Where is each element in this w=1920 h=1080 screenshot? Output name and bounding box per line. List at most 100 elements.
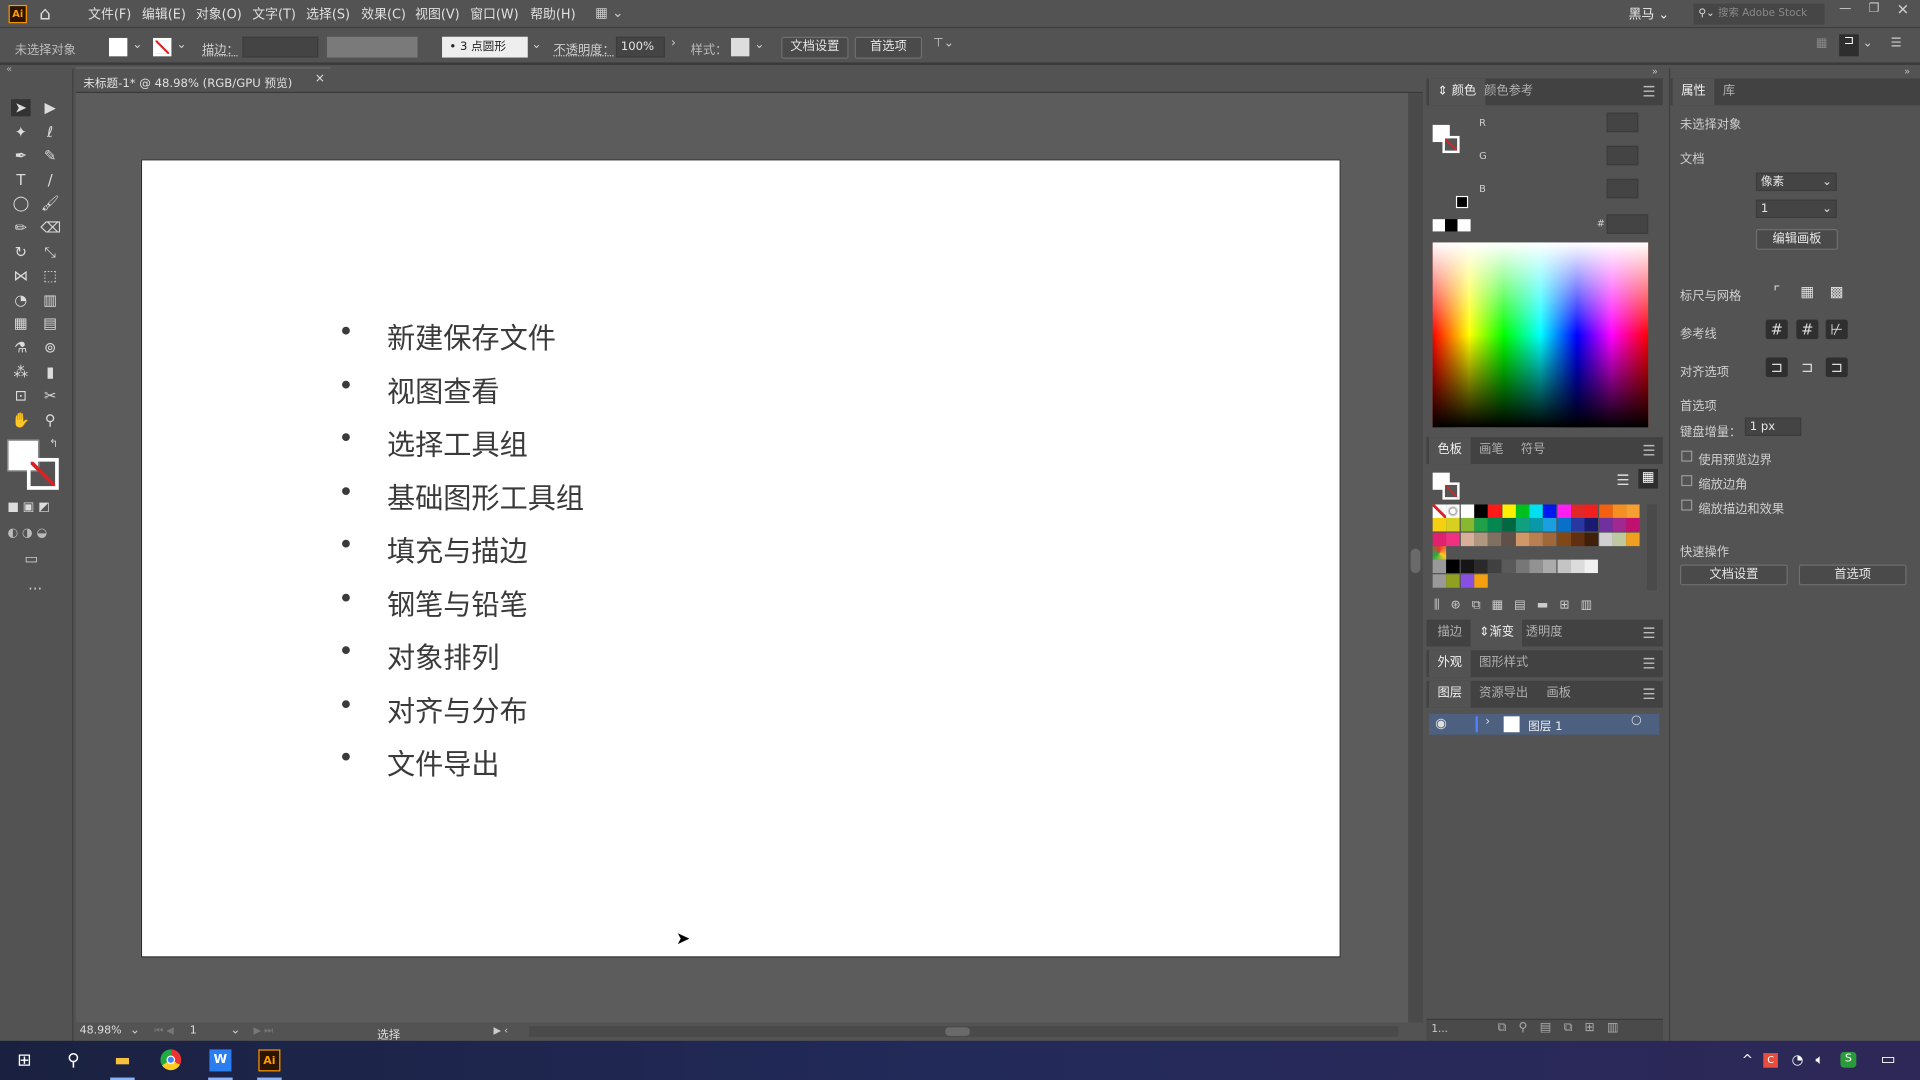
expand-layer-icon[interactable]: › [1485, 715, 1490, 728]
edit-artboards-button[interactable]: 编辑画板 [1755, 228, 1838, 250]
swatch-scrollbar[interactable] [1646, 504, 1657, 591]
r-field[interactable] [1606, 112, 1639, 133]
minimize-button[interactable]: — [1839, 2, 1851, 15]
chevron-down-icon[interactable]: ⌄ [130, 1024, 140, 1037]
layer-action-icons[interactable]: ⧉⚲▤⧉⊞▥ [1498, 1021, 1631, 1034]
list-item-text[interactable]: 选择工具组 [387, 421, 528, 463]
color-swatch[interactable] [1612, 518, 1626, 532]
snap-to-point-icon[interactable]: ⊐ [1765, 357, 1788, 378]
list-item-text[interactable]: 新建保存文件 [387, 315, 556, 357]
chevron-down-icon[interactable]: ⌄ [132, 38, 142, 51]
color-swatch[interactable] [1543, 518, 1557, 532]
color-swatch[interactable] [1529, 559, 1543, 574]
color-swatch[interactable] [1557, 559, 1571, 574]
color-swatch[interactable] [1626, 532, 1640, 546]
swap-icon[interactable]: ↰ [49, 438, 58, 450]
color-swatch[interactable] [1460, 559, 1474, 574]
preferences-button[interactable]: 首选项 [854, 36, 923, 59]
rulers-icon[interactable]: ⌜ [1766, 282, 1788, 302]
none-swatch[interactable] [1432, 504, 1447, 518]
restore-button[interactable]: ❐ [1869, 2, 1880, 15]
tab-layers[interactable]: 图层 [1428, 680, 1471, 708]
b-field[interactable] [1606, 178, 1639, 199]
slice-tool-icon[interactable]: ✂ [40, 387, 60, 404]
scale-tool-icon[interactable]: ⤡ [40, 243, 60, 260]
style-swatch[interactable] [731, 37, 750, 57]
stroke-mini[interactable] [1442, 482, 1460, 500]
screen-mode-icon[interactable]: ▭ [24, 550, 38, 567]
visibility-eye-icon[interactable]: ◉ [1435, 715, 1447, 731]
stroke-mini[interactable] [1442, 135, 1460, 154]
color-swatch[interactable] [1460, 504, 1474, 518]
menu-item[interactable]: 文件(F) [88, 5, 131, 23]
list-item-text[interactable]: 视图查看 [387, 368, 500, 410]
pencil-icon[interactable]: ✏ [11, 219, 31, 236]
search-icon[interactable]: ⚲ [62, 1049, 84, 1071]
illustrator-taskbar-icon[interactable]: Ai [258, 1049, 281, 1072]
color-swatch[interactable] [1571, 518, 1585, 532]
snap-to-grid-icon[interactable]: ⊐ [1796, 358, 1818, 378]
list-item-text[interactable]: 文件导出 [387, 741, 500, 783]
color-spectrum[interactable] [1432, 242, 1649, 428]
direct-selection-tool-icon[interactable]: ▶ [40, 99, 60, 116]
document-tab[interactable]: 未标题-1* @ 48.98% (RGB/GPU 预览) × [75, 67, 331, 92]
blend-tool-icon[interactable]: ⊚ [40, 339, 60, 356]
hand-tool-icon[interactable]: ✋ [11, 411, 31, 428]
color-swatch[interactable] [1487, 504, 1502, 518]
color-swatch[interactable] [1432, 518, 1447, 532]
ellipse-tool-icon[interactable]: ◯ [11, 195, 31, 212]
tray-s-icon[interactable]: S [1840, 1051, 1857, 1068]
color-swatch[interactable] [1598, 532, 1613, 546]
color-swatch[interactable] [1515, 559, 1530, 574]
tray-app-icon[interactable]: C [1763, 1053, 1778, 1068]
line-tool-icon[interactable]: / [40, 171, 60, 188]
artboard-number[interactable]: 1 [190, 1025, 197, 1037]
wifi-icon[interactable]: ◔ [1787, 1049, 1809, 1071]
color-swatch[interactable] [1474, 518, 1488, 532]
transparency-grid-icon[interactable]: ▩ [1826, 282, 1848, 302]
layer-name[interactable]: 图层 1 [1528, 716, 1562, 733]
color-swatch[interactable] [1543, 532, 1557, 546]
align-icon[interactable]: ⊤⌄ [933, 37, 954, 50]
color-swatch[interactable] [1515, 518, 1530, 532]
workspace-layout-icon[interactable]: ▦ ⌄ [595, 5, 623, 21]
close-tab-button[interactable]: × [315, 72, 325, 85]
file-explorer-icon[interactable]: ▬ [111, 1049, 133, 1071]
panel-menu-icon[interactable]: ☰ [1642, 442, 1655, 459]
menu-item[interactable]: 窗口(W) [470, 5, 518, 23]
color-swatch[interactable] [1501, 559, 1516, 574]
none-white-black-swatches[interactable] [1432, 219, 1471, 232]
close-window-button[interactable]: ✕ [1897, 1, 1909, 18]
color-swatch[interactable] [1474, 574, 1488, 588]
zoom-tool-icon[interactable]: ⚲ [40, 411, 60, 428]
tab-artboards[interactable]: 画板 [1538, 681, 1580, 708]
volume-icon[interactable]: 🔈︎ [1809, 1049, 1831, 1071]
menu-item[interactable]: 选择(S) [306, 5, 350, 23]
artboard-dropdown[interactable]: 1 ⌄ [1755, 199, 1837, 218]
checkbox[interactable] [1681, 499, 1693, 511]
color-swatch[interactable] [1612, 532, 1626, 546]
panel-menu-icon[interactable]: ☰ [1642, 83, 1655, 100]
color-swatch[interactable] [1460, 532, 1474, 546]
color-swatch[interactable] [1474, 559, 1488, 574]
color-swatch[interactable] [1584, 518, 1599, 532]
graph-tool-icon[interactable]: ▮ [40, 363, 60, 380]
paintbrush-icon[interactable]: 🖌︎ [40, 195, 60, 212]
color-swatch[interactable] [1571, 504, 1585, 518]
free-transform-icon[interactable]: ⬚ [40, 267, 60, 284]
color-swatch[interactable] [1584, 532, 1599, 546]
tab-asset-export[interactable]: 资源导出 [1471, 681, 1537, 708]
lock-guides-icon[interactable]: # [1796, 319, 1819, 340]
color-swatch[interactable] [1612, 504, 1626, 518]
workspace-switcher[interactable]: 黑马 ⌄ [1629, 5, 1670, 23]
gradient-tool-icon[interactable]: ▤ [40, 315, 60, 332]
opacity-label[interactable]: 不透明度： [553, 39, 614, 57]
registration-swatch[interactable] [1446, 504, 1460, 518]
color-swatch[interactable] [1460, 518, 1474, 532]
g-field[interactable] [1606, 145, 1639, 166]
home-icon[interactable]: ⌂ [39, 2, 51, 24]
color-swatch[interactable] [1529, 532, 1543, 546]
color-swatch[interactable] [1584, 504, 1599, 518]
wps-icon[interactable]: W [209, 1049, 232, 1072]
list-item-text[interactable]: 对象排列 [387, 634, 500, 676]
